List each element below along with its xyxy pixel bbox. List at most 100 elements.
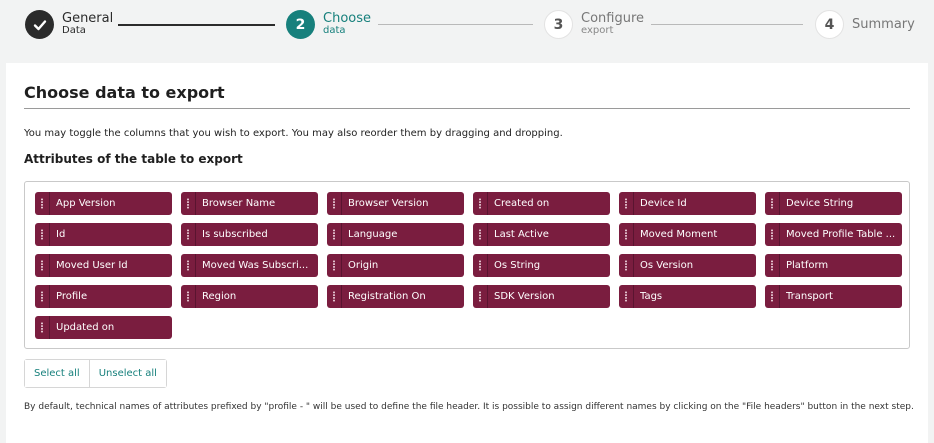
attribute-chip-label: Id [56, 229, 66, 240]
attribute-chip[interactable]: Moved Profile Table ... [765, 223, 902, 246]
export-card: Choose data to export You may toggle the… [6, 63, 928, 443]
step-connector [378, 24, 533, 25]
attribute-chip-label: Updated on [56, 322, 115, 333]
step-configure-export[interactable]: 3 Configure export [544, 10, 644, 39]
step-title: Choose [323, 11, 371, 27]
drag-handle-icon[interactable] [767, 254, 777, 277]
drag-handle-icon[interactable] [329, 285, 339, 308]
unselect-all-button[interactable]: Unselect all [88, 360, 166, 387]
attribute-chip-label: Browser Name [202, 198, 276, 209]
attribute-chip-label: Transport [786, 291, 833, 302]
file-header-note: By default, technical names of attribute… [24, 402, 914, 412]
attribute-chip-label: Moved User Id [56, 260, 128, 271]
drag-handle-icon[interactable] [37, 254, 47, 277]
attribute-chip[interactable]: Last Active [473, 223, 610, 246]
attribute-chip[interactable]: Language [327, 223, 464, 246]
attribute-chip-label: Is subscribed [202, 229, 268, 240]
attribute-chip[interactable]: Transport [765, 285, 902, 308]
attribute-chip-label: Device String [786, 198, 854, 209]
drag-handle-icon[interactable] [329, 223, 339, 246]
drag-handle-icon[interactable] [475, 254, 485, 277]
drag-handle-icon[interactable] [329, 254, 339, 277]
attribute-chip-label: Platform [786, 260, 829, 271]
drag-handle-icon[interactable] [183, 285, 193, 308]
attribute-chip-label: Last Active [494, 229, 549, 240]
attribute-chip[interactable]: Registration On [327, 285, 464, 308]
drag-handle-icon[interactable] [329, 192, 339, 215]
step-general-data[interactable]: General Data [25, 10, 113, 39]
step-subtitle: Data [62, 25, 86, 37]
step-title: Configure [581, 11, 645, 27]
attribute-chip-label: Profile [56, 291, 88, 302]
attribute-grid: App Version Browser Name Browser Version Cr… [35, 192, 902, 339]
step-subtitle: data [323, 25, 346, 37]
attribute-chip[interactable]: Device String [765, 192, 902, 215]
drag-handle-icon[interactable] [37, 316, 47, 339]
attribute-chip[interactable]: Origin [327, 254, 464, 277]
attribute-chip[interactable]: Updated on [35, 316, 172, 339]
attribute-chip[interactable]: Os String [473, 254, 610, 277]
drag-handle-icon[interactable] [475, 192, 485, 215]
attribute-chip[interactable]: SDK Version [473, 285, 610, 308]
drag-handle-icon[interactable] [621, 192, 631, 215]
attribute-chip-label: Moved Was Subscri... [202, 260, 309, 271]
drag-handle-icon[interactable] [183, 223, 193, 246]
step-number: 3 [544, 10, 573, 39]
step-connector [118, 24, 275, 26]
attribute-chip[interactable]: Browser Version [327, 192, 464, 215]
drag-handle-icon[interactable] [621, 254, 631, 277]
drag-handle-icon[interactable] [767, 285, 777, 308]
attribute-chip[interactable]: Id [35, 223, 172, 246]
page-title: Choose data to export [24, 83, 225, 102]
attribute-chip-label: Language [348, 229, 398, 240]
attribute-chip[interactable]: Moved Moment [619, 223, 756, 246]
check-icon [25, 10, 54, 39]
attribute-chip-label: Moved Moment [640, 229, 718, 240]
step-connector [651, 24, 803, 25]
step-summary[interactable]: 4 Summary [815, 10, 915, 39]
selection-button-group: Select all Unselect all [24, 359, 167, 388]
drag-handle-icon[interactable] [621, 285, 631, 308]
step-title: General [62, 11, 114, 27]
attribute-chip[interactable]: App Version [35, 192, 172, 215]
attribute-chip[interactable]: Profile [35, 285, 172, 308]
attribute-chip-label: Registration On [348, 291, 426, 302]
attribute-chip[interactable]: Platform [765, 254, 902, 277]
attribute-chip[interactable]: Moved Was Subscri... [181, 254, 318, 277]
drag-handle-icon[interactable] [475, 285, 485, 308]
select-all-button[interactable]: Select all [25, 360, 89, 387]
attribute-chip[interactable]: Tags [619, 285, 756, 308]
description: You may toggle the columns that you wish… [24, 128, 563, 139]
attribute-chip[interactable]: Is subscribed [181, 223, 318, 246]
attribute-chip[interactable]: Created on [473, 192, 610, 215]
attribute-chip-label: Os Version [640, 260, 694, 271]
attribute-chip-label: App Version [56, 198, 116, 209]
step-number: 4 [815, 10, 844, 39]
attribute-chip-label: Origin [348, 260, 379, 271]
attribute-chip-list: App Version Browser Name Browser Version Cr… [24, 181, 910, 349]
attribute-chip-label: SDK Version [494, 291, 555, 302]
attribute-chip[interactable]: Moved User Id [35, 254, 172, 277]
drag-handle-icon[interactable] [767, 192, 777, 215]
attribute-chip-label: Region [202, 291, 237, 302]
divider [24, 108, 910, 109]
drag-handle-icon[interactable] [621, 223, 631, 246]
drag-handle-icon[interactable] [767, 223, 777, 246]
drag-handle-icon[interactable] [37, 192, 47, 215]
attribute-chip-label: Browser Version [348, 198, 429, 209]
attributes-title: Attributes of the table to export [24, 152, 243, 166]
attribute-chip[interactable]: Browser Name [181, 192, 318, 215]
drag-handle-icon[interactable] [37, 223, 47, 246]
drag-handle-icon[interactable] [37, 285, 47, 308]
step-number: 2 [286, 10, 315, 39]
drag-handle-icon[interactable] [475, 223, 485, 246]
attribute-chip-label: Tags [640, 291, 663, 302]
step-choose-data[interactable]: 2 Choose data [286, 10, 371, 39]
attribute-chip[interactable]: Os Version [619, 254, 756, 277]
drag-handle-icon[interactable] [183, 192, 193, 215]
attribute-chip[interactable]: Device Id [619, 192, 756, 215]
attribute-chip-label: Os String [494, 260, 541, 271]
drag-handle-icon[interactable] [183, 254, 193, 277]
export-stepper: General Data 2 Choose data 3 Configure e… [0, 0, 934, 50]
attribute-chip[interactable]: Region [181, 285, 318, 308]
